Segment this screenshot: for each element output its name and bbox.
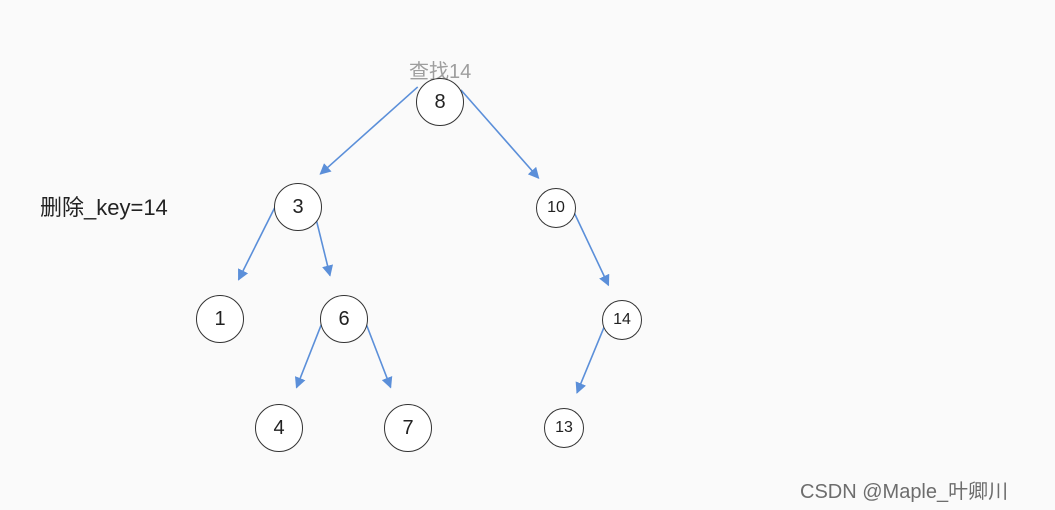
tree-edges [0,0,1055,510]
tree-node-7: 7 [384,404,432,452]
tree-edge [461,90,539,178]
tree-node-4: 4 [255,404,303,452]
tree-node-3: 3 [274,183,322,231]
action-label: 删除_key=14 [40,190,168,222]
tree-node-10: 10 [536,188,576,228]
tree-edge [570,203,609,286]
tree-node-root: 8 [416,78,464,126]
tree-node-6: 6 [320,295,368,343]
watermark-label: CSDN @Maple_叶卿川 [800,475,1008,504]
tree-node-1: 1 [196,295,244,343]
tree-node-13: 13 [544,408,584,448]
diagram-canvas: 查找14 删除_key=14 8 3 10 1 6 14 4 7 13 CSDN… [0,0,1055,510]
tree-edge [320,87,417,174]
tree-node-14: 14 [602,300,642,340]
